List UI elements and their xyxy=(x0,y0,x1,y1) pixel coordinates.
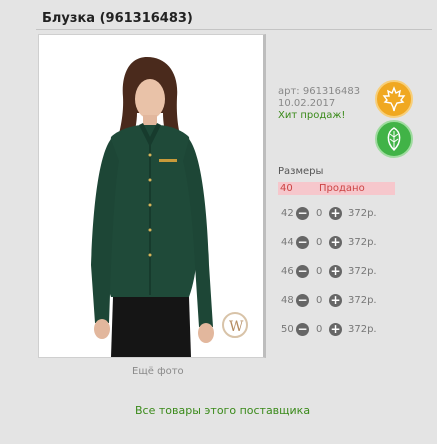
size-price: 372р. xyxy=(348,266,377,277)
product-photo[interactable]: W xyxy=(38,34,266,358)
title-divider xyxy=(36,29,432,30)
increase-quantity-button[interactable]: + xyxy=(329,294,342,307)
size-price: 372р. xyxy=(348,324,377,335)
size-label: 44 xyxy=(281,237,294,248)
more-photos-link[interactable]: Ещё фото xyxy=(132,366,184,377)
size-price: 372р. xyxy=(348,208,377,219)
increase-quantity-button[interactable]: + xyxy=(329,207,342,220)
quantity-value: 0 xyxy=(316,295,323,306)
decrease-quantity-button[interactable]: − xyxy=(296,323,309,336)
leaf-icon xyxy=(387,127,401,152)
size-price: 372р. xyxy=(348,237,377,248)
size-label: 40 xyxy=(280,183,293,194)
size-label: 42 xyxy=(281,208,294,219)
product-title: Блузка (961316483) xyxy=(42,11,193,26)
quantity-value: 0 xyxy=(316,324,323,335)
size-price: 372р. xyxy=(348,295,377,306)
quantity-value: 0 xyxy=(316,208,323,219)
size-label: 46 xyxy=(281,266,294,277)
size-label: 48 xyxy=(281,295,294,306)
increase-quantity-button[interactable]: + xyxy=(329,236,342,249)
maple-leaf-badge xyxy=(375,80,413,118)
product-date: 10.02.2017 xyxy=(278,98,336,109)
maple-leaf-icon xyxy=(382,86,406,112)
blouse-model-image: W xyxy=(39,35,263,357)
increase-quantity-button[interactable]: + xyxy=(329,265,342,278)
watermark-letter: W xyxy=(229,319,244,335)
supplier-products-link[interactable]: Все товары этого поставщика xyxy=(135,404,310,417)
sold-out-label: Продано xyxy=(319,183,365,194)
decrease-quantity-button[interactable]: − xyxy=(296,265,309,278)
product-info: арт: 961316483 10.02.2017 Хит продаж! xyxy=(278,86,360,122)
sizes-heading: Размеры xyxy=(278,166,324,177)
increase-quantity-button[interactable]: + xyxy=(329,323,342,336)
size-row-sold-out: 40 Продано xyxy=(278,182,395,195)
decrease-quantity-button[interactable]: − xyxy=(296,294,309,307)
decrease-quantity-button[interactable]: − xyxy=(296,207,309,220)
leaf-badge xyxy=(375,120,413,158)
decrease-quantity-button[interactable]: − xyxy=(296,236,309,249)
quantity-value: 0 xyxy=(316,266,323,277)
article-number: арт: 961316483 xyxy=(278,86,361,97)
bestseller-label: Хит продаж! xyxy=(278,110,346,121)
quantity-value: 0 xyxy=(316,237,323,248)
size-label: 50 xyxy=(281,324,294,335)
